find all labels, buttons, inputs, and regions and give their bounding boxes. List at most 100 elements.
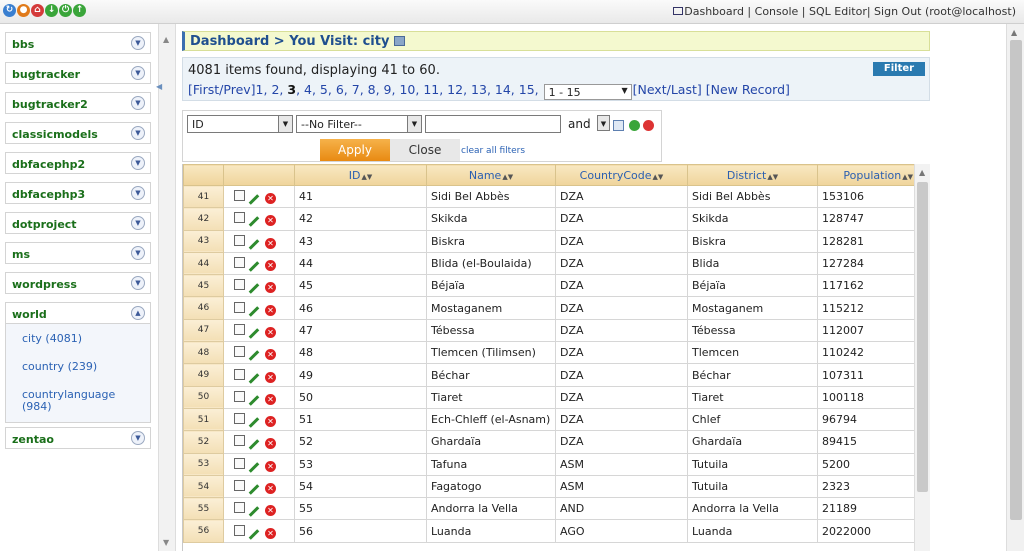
home-icon[interactable]: ⌂ xyxy=(31,4,44,17)
cell-countrycode[interactable]: ASM xyxy=(555,474,688,499)
edit-record-icon[interactable] xyxy=(248,484,260,495)
cell-countrycode[interactable]: DZA xyxy=(555,341,688,365)
delete-record-icon[interactable]: ✕ xyxy=(265,326,276,338)
up-icon[interactable]: ↑ xyxy=(73,4,86,17)
cell-district[interactable]: Tébessa xyxy=(687,318,818,343)
scroll-up-arrow[interactable]: ▲ xyxy=(163,35,169,44)
table-row[interactable]: 56 ✕ 56 Luanda AGO Luanda 2022000 xyxy=(183,519,914,543)
chevron-down-icon[interactable]: ▼ xyxy=(131,66,145,80)
column-header-countrycode[interactable]: CountryCode▲▼ xyxy=(555,164,688,186)
cell-district[interactable]: Tiaret xyxy=(687,385,818,409)
cell-district[interactable]: Blida xyxy=(687,251,818,276)
view-record-icon[interactable] xyxy=(234,502,245,514)
cell-population[interactable]: 153106 xyxy=(817,184,914,209)
cell-population[interactable]: 21189 xyxy=(817,497,914,521)
cell-id[interactable]: 51 xyxy=(294,407,427,432)
cell-countrycode[interactable]: AGO xyxy=(555,519,688,543)
cell-name[interactable]: Tiaret xyxy=(426,385,556,409)
cell-district[interactable]: Andorra la Vella xyxy=(687,497,818,521)
edit-record-icon[interactable] xyxy=(248,461,260,473)
view-record-icon[interactable] xyxy=(234,279,245,291)
table-row[interactable]: 50 ✕ 50 Tiaret DZA Tiaret 100118 xyxy=(183,385,914,409)
view-record-icon[interactable] xyxy=(234,413,245,425)
cell-name[interactable]: Fagatogo xyxy=(426,474,556,499)
page-range-select[interactable]: 1 - 15 ▼ xyxy=(543,84,632,100)
cell-id[interactable]: 45 xyxy=(294,274,427,298)
edit-record-icon[interactable] xyxy=(248,216,260,228)
cell-countrycode[interactable]: DZA xyxy=(555,385,688,409)
cell-id[interactable]: 53 xyxy=(294,452,427,476)
delete-record-icon[interactable]: ✕ xyxy=(265,349,276,361)
edit-record-icon[interactable] xyxy=(248,528,260,540)
sidebar-item-wordpress[interactable]: wordpress ▼ xyxy=(5,272,151,294)
column-header-name[interactable]: Name▲▼ xyxy=(426,164,556,186)
cell-name[interactable]: Tébessa xyxy=(426,318,556,343)
cell-population[interactable]: 5200 xyxy=(817,452,914,476)
column-header-population[interactable]: Population▲▼ xyxy=(817,164,914,186)
edit-record-icon[interactable] xyxy=(248,372,260,384)
page-link[interactable]: 7 xyxy=(352,82,360,97)
cell-id[interactable]: 44 xyxy=(294,251,427,276)
sidebar-item-dbfacephp2[interactable]: dbfacephp2 ▼ xyxy=(5,152,151,174)
cell-population[interactable]: 2022000 xyxy=(817,519,914,543)
scroll-up-arrow[interactable]: ▲ xyxy=(919,168,925,177)
first-prev-link[interactable]: [First/Prev] xyxy=(188,82,256,97)
table-link-country[interactable]: country (239) xyxy=(22,361,142,373)
cell-population[interactable]: 110242 xyxy=(817,341,914,365)
cell-district[interactable]: Béchar xyxy=(687,363,818,387)
apply-button[interactable]: Apply xyxy=(320,139,390,161)
cell-countrycode[interactable]: AND xyxy=(555,497,688,521)
page-link[interactable]: 14 xyxy=(495,82,511,97)
view-record-icon[interactable] xyxy=(234,323,245,335)
refresh-icon[interactable]: ↻ xyxy=(3,4,16,17)
delete-record-icon[interactable]: ✕ xyxy=(265,483,276,494)
edit-record-icon[interactable] xyxy=(248,506,260,518)
delete-record-icon[interactable]: ✕ xyxy=(265,282,276,294)
cell-district[interactable]: Tutuila xyxy=(687,452,818,476)
edit-record-icon[interactable] xyxy=(248,305,260,317)
table-row[interactable]: 47 ✕ 47 Tébessa DZA Tébessa 112007 xyxy=(183,318,914,343)
view-record-icon[interactable] xyxy=(234,368,245,380)
cell-countrycode[interactable]: DZA xyxy=(555,251,688,276)
table-row[interactable]: 42 ✕ 42 Skikda DZA Skikda 128747 xyxy=(183,207,914,231)
cell-population[interactable]: 128747 xyxy=(817,207,914,231)
sidebar-item-bugtracker2[interactable]: bugtracker2 ▼ xyxy=(5,92,151,114)
view-record-icon[interactable] xyxy=(234,346,245,358)
cell-name[interactable]: Biskra xyxy=(426,229,556,253)
sidebar-item-ms[interactable]: ms ▼ xyxy=(5,242,151,264)
page-link[interactable]: 1 xyxy=(256,82,264,97)
cell-id[interactable]: 48 xyxy=(294,341,427,365)
chevron-down-icon[interactable]: ▼ xyxy=(131,36,145,50)
table-row[interactable]: 46 ✕ 46 Mostaganem DZA Mostaganem 115212 xyxy=(183,296,914,320)
cell-name[interactable]: Blida (el-Boulaida) xyxy=(426,251,556,276)
new-record-link[interactable]: [New Record] xyxy=(706,82,790,97)
cell-name[interactable]: Sidi Bel Abbès xyxy=(426,184,556,209)
page-link[interactable]: 11 xyxy=(423,82,439,97)
sidebar-item-bbs[interactable]: bbs ▼ xyxy=(5,32,151,54)
chevron-down-icon[interactable]: ▼ xyxy=(131,246,145,260)
chevron-down-icon[interactable]: ▼ xyxy=(131,276,145,290)
cell-district[interactable]: Mostaganem xyxy=(687,296,818,320)
view-record-icon[interactable] xyxy=(234,234,245,246)
filter-join-select[interactable]: and ▼ xyxy=(564,115,610,133)
filter-button[interactable]: Filter xyxy=(873,62,925,76)
view-record-icon[interactable] xyxy=(234,435,245,447)
cell-district[interactable]: Ghardaïa xyxy=(687,430,818,454)
table-row[interactable]: 41 ✕ 41 Sidi Bel Abbès DZA Sidi Bel Abbès 1531… xyxy=(183,184,914,209)
page-link[interactable]: 4 xyxy=(304,82,312,97)
edit-record-icon[interactable] xyxy=(248,350,260,362)
cell-district[interactable]: Biskra xyxy=(687,229,818,253)
cell-name[interactable]: Béjaïa xyxy=(426,274,556,298)
page-link[interactable]: 5 xyxy=(320,82,328,97)
table-row[interactable]: 49 ✕ 49 Béchar DZA Béchar 107311 xyxy=(183,363,914,387)
delete-record-icon[interactable]: ✕ xyxy=(265,215,276,227)
cell-district[interactable]: Tlemcen xyxy=(687,341,818,365)
edit-record-icon[interactable] xyxy=(248,439,260,451)
cell-name[interactable]: Tafuna xyxy=(426,452,556,476)
table-row[interactable]: 44 ✕ 44 Blida (el-Boulaida) DZA Blida 127284 xyxy=(183,251,914,276)
table-row[interactable]: 54 ✕ 54 Fagatogo ASM Tutuila 2323 xyxy=(183,474,914,499)
cell-population[interactable]: 115212 xyxy=(817,296,914,320)
delete-record-icon[interactable]: ✕ xyxy=(265,527,276,539)
console-link[interactable]: Console xyxy=(755,5,799,18)
down-icon[interactable]: ↓ xyxy=(45,4,58,17)
